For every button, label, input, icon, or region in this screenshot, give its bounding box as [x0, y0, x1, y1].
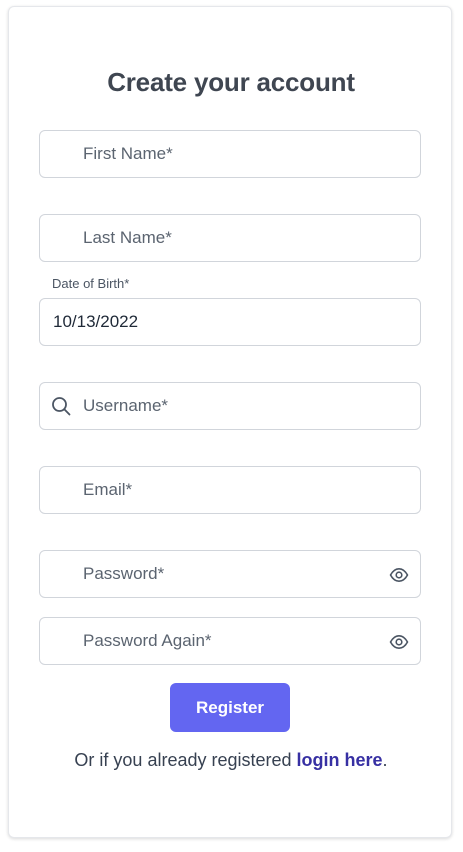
first-name-field-wrapper	[39, 130, 421, 178]
last-name-input[interactable]	[40, 215, 420, 261]
last-name-field-wrapper	[39, 214, 421, 262]
login-prompt-period: .	[382, 750, 388, 770]
password-input[interactable]	[40, 551, 420, 597]
username-field-wrapper	[39, 382, 421, 430]
username-input[interactable]	[40, 383, 420, 429]
email-field-wrapper	[39, 466, 421, 514]
eye-icon[interactable]	[389, 632, 409, 652]
date-of-birth-input[interactable]	[40, 299, 420, 345]
password-field-wrapper	[39, 550, 421, 598]
page-title: Create your account	[107, 67, 355, 97]
date-of-birth-field-wrapper	[39, 298, 421, 346]
login-prompt: Or if you already registered login here.	[9, 750, 453, 771]
eye-icon[interactable]	[389, 565, 409, 585]
password-again-input[interactable]	[40, 618, 420, 664]
register-button[interactable]: Register	[170, 683, 290, 732]
password-again-field-wrapper	[39, 617, 421, 665]
register-card: Create your account Date of Birth*	[8, 6, 452, 838]
date-of-birth-label: Date of Birth*	[52, 276, 130, 291]
login-link[interactable]: login here	[297, 750, 383, 770]
login-prompt-text: Or if you already registered	[74, 750, 297, 770]
first-name-input[interactable]	[40, 131, 420, 177]
email-input[interactable]	[40, 467, 420, 513]
